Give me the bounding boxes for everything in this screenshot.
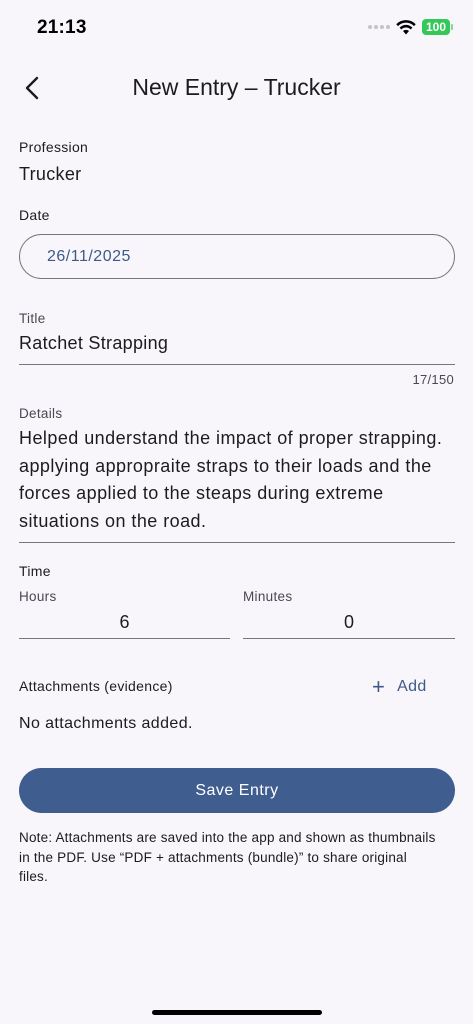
date-field[interactable]: 26/11/2025 (19, 234, 455, 279)
status-bar: 21:13 100 (0, 0, 473, 56)
plus-icon: + (372, 674, 386, 699)
battery-level: 100 (422, 19, 450, 35)
wifi-icon (396, 19, 416, 34)
page-title: New Entry – Trucker (132, 74, 341, 100)
battery-icon: 100 (422, 19, 453, 35)
attachments-note: Note: Attachments are saved into the app… (19, 830, 436, 884)
status-time: 21:13 (37, 17, 87, 38)
home-indicator (152, 1010, 322, 1015)
add-attachment-button[interactable]: + Add (372, 674, 427, 700)
status-icons: 100 (368, 19, 453, 35)
hours-underline (19, 638, 230, 639)
hours-label: Hours (19, 589, 57, 604)
minutes-underline (243, 638, 455, 639)
details-input[interactable]: Helped understand the impact of proper s… (19, 425, 455, 535)
minutes-label: Minutes (243, 589, 293, 604)
profession-value: Trucker (19, 164, 82, 184)
save-entry-button[interactable]: Save Entry (19, 768, 455, 813)
title-input[interactable]: Ratchet Strapping (19, 333, 455, 363)
minutes-input[interactable]: 0 (243, 612, 455, 633)
hours-input[interactable]: 6 (19, 612, 230, 633)
details-label: Details (19, 406, 63, 421)
title-underline (19, 364, 455, 365)
save-entry-label: Save Entry (195, 781, 279, 799)
date-value: 26/11/2025 (47, 247, 131, 265)
app-bar: New Entry – Trucker (0, 64, 473, 112)
attachments-label: Attachments (evidence) (19, 678, 173, 694)
title-label: Title (19, 311, 46, 326)
details-underline (19, 542, 455, 543)
date-label: Date (19, 207, 50, 223)
add-attachment-label: Add (397, 678, 427, 695)
title-counter: 17/150 (412, 372, 454, 387)
attachments-empty-text: No attachments added. (19, 715, 193, 732)
time-label: Time (19, 563, 51, 579)
signal-dots-icon (368, 25, 390, 29)
profession-label: Profession (19, 139, 89, 155)
